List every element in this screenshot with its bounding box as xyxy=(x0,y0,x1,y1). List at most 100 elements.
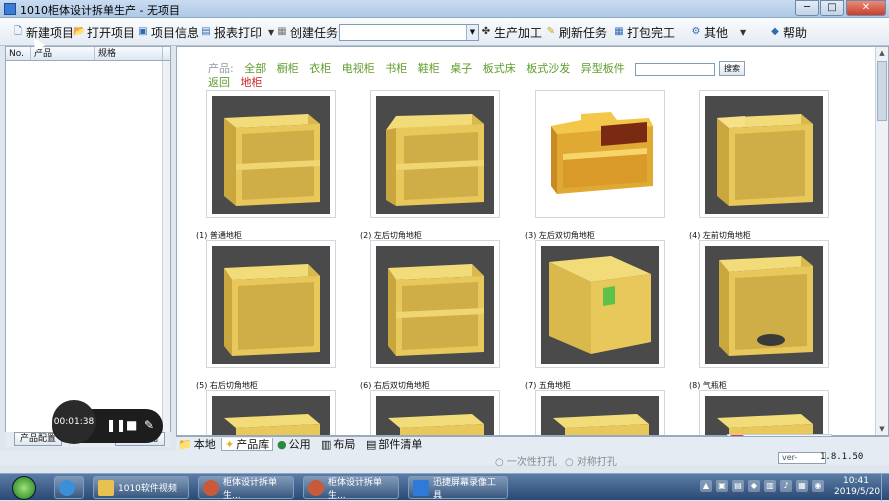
taskbar-app-button[interactable]: 柜体设计拆单生... xyxy=(198,476,294,501)
product-thumbnail[interactable] xyxy=(535,240,665,368)
print-report-label: 报表打印 xyxy=(214,25,263,40)
back-link[interactable]: 返回 xyxy=(208,76,230,89)
cabinet-render-image xyxy=(541,396,659,435)
show-desktop-button[interactable] xyxy=(881,474,889,501)
product-thumbnail[interactable] xyxy=(206,90,336,218)
product-card[interactable]: (7) 五角地柜 xyxy=(525,240,665,390)
taskbar-pinned-app[interactable] xyxy=(54,476,84,499)
print-report-button[interactable]: ▤ 报表打印 ▼ xyxy=(200,23,274,41)
production-button[interactable]: ✤ 生产加工 xyxy=(480,23,542,41)
open-project-button[interactable]: 📂 打开项目 xyxy=(73,23,135,41)
category-table[interactable]: 桌子 xyxy=(450,62,472,75)
category-special-panel[interactable]: 异型板件 xyxy=(581,62,625,75)
help-button[interactable]: ◆ 帮助 xyxy=(769,23,807,41)
product-thumbnail[interactable] xyxy=(206,390,336,435)
category-tv-cabinet[interactable]: 电视柜 xyxy=(342,62,375,75)
symmetric-drill-radio[interactable]: ○ 对称打孔 xyxy=(565,453,617,468)
scroll-down-icon[interactable]: ▼ xyxy=(876,423,888,435)
start-button[interactable] xyxy=(4,475,44,500)
product-thumbnail[interactable] xyxy=(370,240,500,368)
new-project-button[interactable]: 🗋 新建项目 xyxy=(12,23,74,41)
taskbar-label: 柜体设计拆单生... xyxy=(223,477,278,501)
product-card[interactable]: (4) 左前切角地柜 xyxy=(689,90,829,240)
refresh-task-button[interactable]: ✎ 刷新任务 xyxy=(545,23,607,41)
pen-icon[interactable]: ✎ xyxy=(144,418,154,432)
close-button[interactable]: ✕ xyxy=(846,0,886,16)
product-list-scrollbar[interactable] xyxy=(162,61,170,435)
search-button[interactable]: 搜索 xyxy=(719,61,745,76)
open-project-label: 打开项目 xyxy=(87,25,136,40)
tray-icon[interactable]: ▲ xyxy=(700,480,712,492)
product-thumbnail[interactable] xyxy=(699,390,829,435)
taskbar-folder-button[interactable]: 1010软件视频 xyxy=(93,476,189,499)
product-thumbnail[interactable] xyxy=(535,90,665,218)
product-thumbnail[interactable] xyxy=(206,240,336,368)
bottom-tab-bar: 📁 本地 ✦ 产品库 ● 公用 ▥ 布局 ▤ 部件清单 xyxy=(176,436,889,451)
product-thumbnail[interactable] xyxy=(699,90,829,218)
layout-icon: ▥ xyxy=(321,438,332,451)
other-menu-button[interactable]: ⚙ 其他 ▼ xyxy=(690,23,747,41)
tray-icon[interactable]: ▦ xyxy=(796,480,808,492)
windows-logo-icon xyxy=(12,476,36,500)
category-bookcase[interactable]: 书柜 xyxy=(385,62,407,75)
product-card[interactable]: (5) 右后切角地柜 xyxy=(196,240,336,390)
chevron-down-icon[interactable]: ▼ xyxy=(466,25,478,40)
product-card[interactable] xyxy=(370,390,500,435)
product-card[interactable] xyxy=(699,390,829,435)
product-card[interactable]: (2) 左后切角地柜 xyxy=(360,90,500,240)
minimize-button[interactable]: ─ xyxy=(795,0,819,16)
category-wardrobe[interactable]: 衣柜 xyxy=(309,62,331,75)
pause-icon[interactable]: ❚❚ xyxy=(106,418,126,432)
tab-public[interactable]: ● 公用 xyxy=(277,438,311,451)
product-card[interactable] xyxy=(206,390,336,435)
one-time-drill-radio[interactable]: ○ 一次性打孔 xyxy=(495,453,557,468)
tab-product-library[interactable]: ✦ 产品库 xyxy=(221,438,274,451)
tray-icon[interactable]: ◉ xyxy=(812,480,824,492)
column-no[interactable]: No. xyxy=(6,47,31,60)
tray-icon[interactable]: ▣ xyxy=(716,480,728,492)
column-spec[interactable]: 规格 xyxy=(95,47,163,60)
taskbar-app-button[interactable]: 柜体设计拆单生... xyxy=(303,476,399,501)
catalog-search-input[interactable] xyxy=(635,63,715,76)
category-shoe-cabinet[interactable]: 鞋柜 xyxy=(418,62,440,75)
create-task-button[interactable]: ▦ 创建任务 xyxy=(276,23,338,41)
scroll-up-icon[interactable]: ▲ xyxy=(876,47,888,59)
column-product[interactable]: 产品 xyxy=(31,47,95,60)
volume-icon[interactable]: ♪ xyxy=(780,480,792,492)
scrollbar-thumb[interactable] xyxy=(877,61,887,121)
task-select[interactable]: ▼ xyxy=(339,24,479,41)
tab-local[interactable]: 📁 本地 xyxy=(178,438,216,451)
category-panel-bed[interactable]: 板式床 xyxy=(483,62,516,75)
product-card[interactable]: (1) 普通地柜 xyxy=(196,90,336,240)
taskbar-recorder-button[interactable]: 迅捷屏幕录像工具 xyxy=(408,476,508,501)
category-panel-sofa[interactable]: 板式沙发 xyxy=(526,62,570,75)
tab-part-list[interactable]: ▤ 部件清单 xyxy=(366,438,422,451)
tray-icon[interactable]: ▤ xyxy=(732,480,744,492)
product-list-panel: No. 产品 规格 xyxy=(5,46,171,436)
product-card[interactable]: (6) 右后双切角地柜 xyxy=(360,240,500,390)
taskbar-clock[interactable]: 10:41 2019/5/20 xyxy=(834,476,880,498)
app-icon xyxy=(59,479,75,496)
window-title: 1010柜体设计拆单生产 - 无项目 xyxy=(20,4,180,17)
cabinet-render-image xyxy=(376,246,494,364)
project-info-button[interactable]: ▣ 项目信息 xyxy=(137,23,199,41)
info-icon: ▣ xyxy=(138,26,148,37)
stop-icon[interactable]: ■ xyxy=(126,418,137,432)
pack-done-button[interactable]: ▦ 打包完工 xyxy=(613,23,675,41)
maximize-button[interactable]: □ xyxy=(820,0,844,16)
tab-layout[interactable]: ▥ 布局 xyxy=(321,438,355,451)
product-card[interactable]: (8) 气瓶柜 xyxy=(689,240,829,390)
symmetric-drill-label: 对称打孔 xyxy=(576,457,617,468)
product-card[interactable] xyxy=(535,390,665,435)
category-all[interactable]: 全部 xyxy=(244,62,266,75)
network-icon[interactable]: ▥ xyxy=(764,480,776,492)
product-thumbnail[interactable] xyxy=(370,90,500,218)
project-info-label: 项目信息 xyxy=(151,25,200,40)
product-card[interactable]: (3) 左后双切角地柜 xyxy=(525,90,665,240)
tray-icon[interactable]: ◆ xyxy=(748,480,760,492)
catalog-scrollbar[interactable]: ▲ ▼ xyxy=(875,47,888,435)
category-cabinet[interactable]: 橱柜 xyxy=(277,62,299,75)
product-thumbnail[interactable] xyxy=(535,390,665,435)
product-thumbnail[interactable] xyxy=(370,390,500,435)
product-thumbnail[interactable] xyxy=(699,240,829,368)
